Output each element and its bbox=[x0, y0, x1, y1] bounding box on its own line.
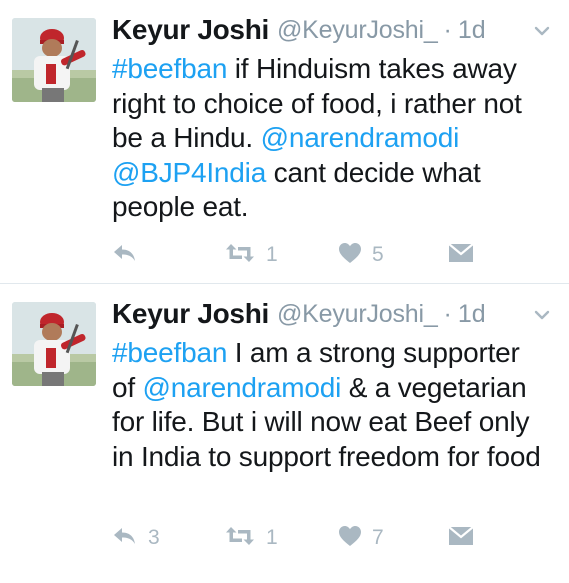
author-name[interactable]: Keyur Joshi bbox=[112, 298, 269, 330]
tweet[interactable]: Keyur Joshi @KeyurJoshi_ · 1d #beefban I… bbox=[0, 283, 569, 566]
hashtag-link[interactable]: #beefban bbox=[112, 53, 227, 84]
tweet[interactable]: Keyur Joshi @KeyurJoshi_ · 1d #beefban i… bbox=[0, 0, 569, 283]
retweet-icon bbox=[224, 242, 256, 269]
retweet-count: 1 bbox=[266, 526, 278, 549]
tweet-header: Keyur Joshi @KeyurJoshi_ · 1d bbox=[112, 8, 557, 52]
tweet-actions: 1 5 bbox=[112, 241, 557, 269]
avatar-image bbox=[12, 18, 96, 102]
retweet-icon bbox=[224, 525, 256, 552]
like-count: 7 bbox=[372, 526, 384, 549]
avatar[interactable] bbox=[12, 302, 96, 386]
tweet-actions: 3 1 7 bbox=[112, 524, 557, 552]
avatar[interactable] bbox=[12, 18, 96, 102]
timestamp[interactable]: 1d bbox=[458, 300, 486, 329]
heart-icon bbox=[338, 242, 362, 269]
tweet-text: #beefban I am a strong supporter of @nar… bbox=[112, 336, 557, 474]
reply-icon bbox=[112, 242, 138, 269]
reply-button[interactable]: 3 bbox=[112, 524, 160, 552]
message-icon bbox=[448, 525, 474, 552]
retweet-button[interactable]: 1 bbox=[224, 524, 278, 552]
mention-link[interactable]: @narendramodi bbox=[143, 372, 342, 403]
tweet-header: Keyur Joshi @KeyurJoshi_ · 1d bbox=[112, 292, 557, 336]
retweet-count: 1 bbox=[266, 243, 278, 266]
like-button[interactable]: 7 bbox=[338, 524, 384, 552]
direct-message-button[interactable] bbox=[448, 241, 474, 269]
like-button[interactable]: 5 bbox=[338, 241, 384, 269]
message-icon bbox=[448, 242, 474, 269]
tweet-text: #beefban if Hinduism takes away right to… bbox=[112, 52, 557, 225]
author-handle[interactable]: @KeyurJoshi_ bbox=[277, 16, 438, 45]
separator-dot: · bbox=[443, 15, 452, 44]
separator-dot: · bbox=[443, 299, 452, 328]
author-name[interactable]: Keyur Joshi bbox=[112, 14, 269, 46]
chevron-down-icon[interactable] bbox=[529, 18, 555, 44]
mention-link[interactable]: @BJP4India bbox=[112, 157, 266, 188]
like-count: 5 bbox=[372, 243, 384, 266]
reply-count: 3 bbox=[148, 526, 160, 549]
reply-button[interactable] bbox=[112, 241, 148, 269]
hashtag-link[interactable]: #beefban bbox=[112, 337, 227, 368]
reply-icon bbox=[112, 525, 138, 552]
heart-icon bbox=[338, 525, 362, 552]
author-handle[interactable]: @KeyurJoshi_ bbox=[277, 300, 438, 329]
avatar-image bbox=[12, 302, 96, 386]
chevron-down-icon[interactable] bbox=[529, 302, 555, 328]
timestamp[interactable]: 1d bbox=[458, 16, 486, 45]
direct-message-button[interactable] bbox=[448, 524, 474, 552]
retweet-button[interactable]: 1 bbox=[224, 241, 278, 269]
mention-link[interactable]: @narendramodi bbox=[261, 122, 460, 153]
